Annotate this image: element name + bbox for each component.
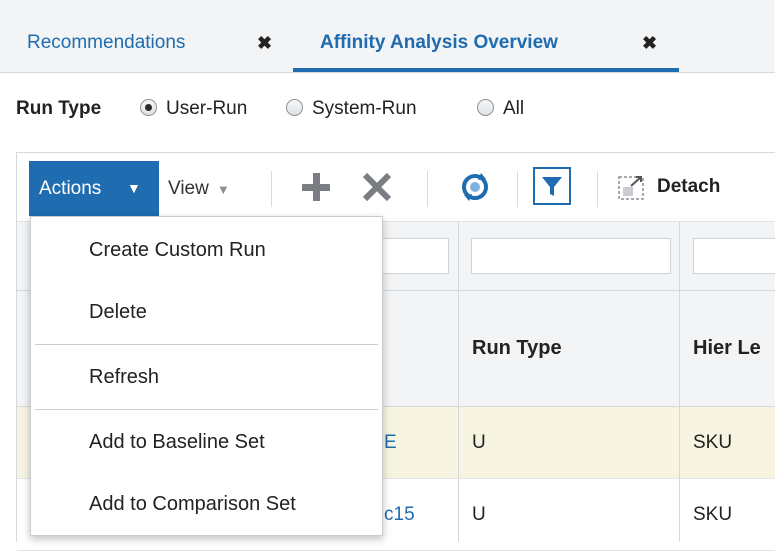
filter-input-hier-level[interactable] [693,238,775,274]
toolbar-divider [271,171,272,207]
tab-label[interactable]: Affinity Analysis Overview [320,32,558,53]
run-type-cell: U [472,432,486,453]
radio-all[interactable] [477,99,494,116]
close-icon[interactable]: ✖ [257,30,272,56]
tab-affinity-analysis-overview[interactable]: Affinity Analysis Overview ✖ [320,30,657,56]
menu-item-add-to-baseline-set[interactable]: Add to Baseline Set [89,431,265,454]
menu-divider [35,409,378,410]
delete-x-icon[interactable] [355,165,399,209]
radio-label-all[interactable]: All [503,96,524,122]
column-header-run-type[interactable]: Run Type [472,291,562,406]
active-tab-indicator [293,68,679,72]
menu-divider [35,344,378,345]
actions-menu-button[interactable]: Actions ▼ [29,161,159,216]
detach-icon [618,176,644,200]
run-name-link[interactable]: c15 [384,479,415,550]
radio-system-run[interactable] [286,99,303,116]
toolbar-divider [517,171,518,207]
tab-label[interactable]: Recommendations [27,32,185,53]
chevron-down-icon: ▼ [127,180,141,196]
menu-item-add-to-comparison-set[interactable]: Add to Comparison Set [89,493,296,516]
column-divider [679,222,680,542]
filter-toggle-button[interactable] [533,167,571,205]
detach-label: Detach [657,176,721,197]
close-icon[interactable]: ✖ [642,30,657,56]
column-header-hier-level[interactable]: Hier Le [693,291,761,406]
plus-icon[interactable] [294,165,338,209]
run-name-link[interactable]: E [384,407,397,478]
toolbar-divider [597,171,598,207]
view-menu-button[interactable]: View ▼ [168,161,230,216]
tab-recommendations[interactable]: Recommendations ✖ [27,30,272,56]
menu-item-refresh[interactable]: Refresh [89,366,159,389]
actions-dropdown-menu: Create Custom Run Delete Refresh Add to … [30,216,383,536]
chevron-down-icon: ▼ [216,182,230,197]
column-divider [458,222,459,542]
radio-user-run[interactable] [140,99,157,116]
refresh-sync-icon[interactable] [453,165,497,209]
hier-level-cell: SKU [693,504,733,525]
table-toolbar: Actions ▼ View ▼ Detach [17,153,775,222]
menu-item-create-custom-run[interactable]: Create Custom Run [89,239,266,262]
hier-level-cell: SKU [693,432,733,453]
filter-icon [542,177,562,196]
run-type-cell: U [472,504,486,525]
run-type-label: Run Type [16,98,102,119]
tab-bar: Recommendations ✖ Affinity Analysis Over… [0,0,775,73]
toolbar-divider [427,171,428,207]
view-label: View [168,178,209,199]
radio-label-system-run[interactable]: System-Run [312,96,417,122]
actions-label: Actions [39,178,102,199]
menu-item-delete[interactable]: Delete [89,301,147,324]
radio-label-user-run[interactable]: User-Run [166,96,247,122]
filter-input-run-type[interactable] [471,238,671,274]
